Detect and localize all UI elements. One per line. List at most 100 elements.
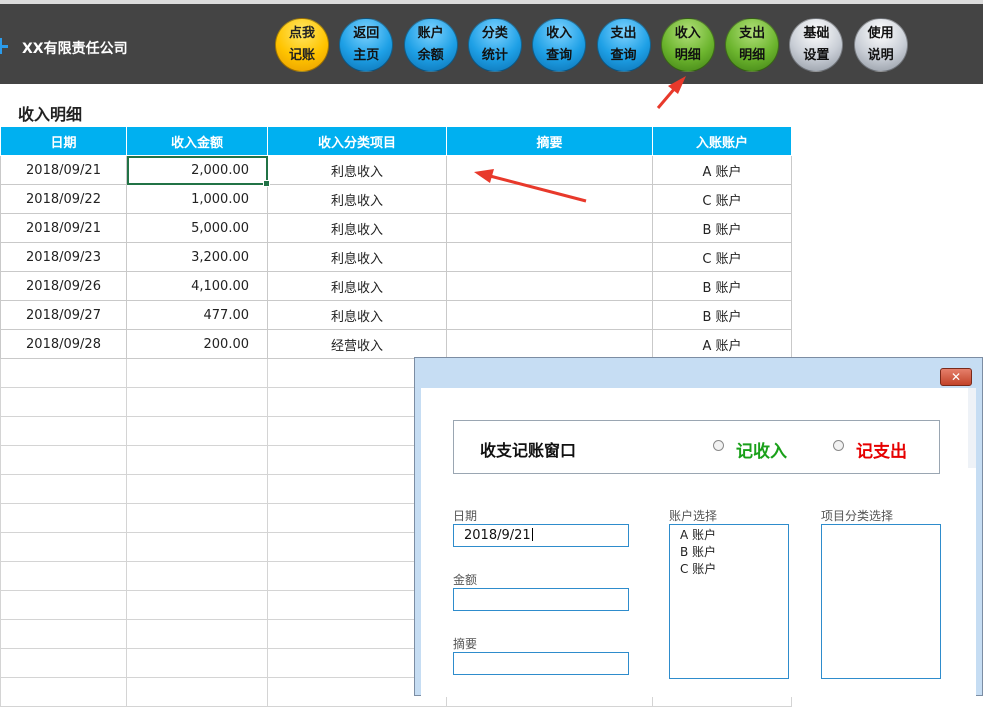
empty-cell[interactable]	[0, 445, 127, 475]
summary-cell[interactable]	[446, 329, 653, 359]
header-summary[interactable]: 摘要	[446, 126, 653, 156]
nav-button-9[interactable]: 使用 说明	[853, 18, 908, 72]
empty-cell[interactable]	[0, 561, 127, 591]
table-row[interactable]: 2018/09/23 3,200.00 利息收入 C 账户	[0, 242, 792, 272]
nav-button-0[interactable]: 点我 记账	[275, 18, 329, 72]
category-cell[interactable]: 利息收入	[267, 242, 447, 272]
account-option[interactable]: C 账户	[680, 561, 778, 578]
empty-cell[interactable]	[0, 590, 127, 620]
empty-cell[interactable]	[0, 474, 127, 504]
amount-cell[interactable]: 3,200.00	[126, 242, 268, 272]
scrollbar[interactable]	[968, 388, 976, 468]
empty-cell[interactable]	[126, 677, 268, 707]
nav-button-label-bottom: 查询	[610, 48, 637, 63]
radio-icon[interactable]	[833, 440, 844, 451]
radio-expense[interactable]: 记支出	[833, 437, 907, 462]
table-row[interactable]: 2018/09/21 2,000.00 利息收入 A 账户	[0, 155, 792, 187]
summary-cell[interactable]	[446, 184, 653, 214]
nav-button-8[interactable]: 基础 设置	[789, 18, 844, 72]
empty-cell[interactable]	[126, 590, 268, 620]
amount-cell[interactable]: 5,000.00	[126, 213, 268, 243]
date-cell[interactable]: 2018/09/23	[0, 242, 127, 272]
account-cell[interactable]: A 账户	[652, 329, 792, 359]
empty-cell[interactable]	[126, 445, 268, 475]
amount-cell[interactable]: 477.00	[126, 300, 268, 330]
category-cell[interactable]: 利息收入	[267, 300, 447, 330]
empty-cell[interactable]	[126, 416, 268, 446]
empty-cell[interactable]	[126, 532, 268, 562]
account-cell[interactable]: C 账户	[652, 242, 792, 272]
account-cell[interactable]: A 账户	[652, 155, 792, 185]
header-amount[interactable]: 收入金额	[126, 126, 268, 156]
account-listbox[interactable]: A 账户 B 账户 C 账户	[669, 524, 789, 679]
header-category[interactable]: 收入分类项目	[267, 126, 447, 156]
close-button[interactable]: ✕	[940, 368, 972, 386]
category-cell[interactable]: 利息收入	[267, 213, 447, 243]
empty-cell[interactable]	[0, 503, 127, 533]
nav-button-label-top: 基础	[803, 26, 830, 41]
date-cell[interactable]: 2018/09/28	[0, 329, 127, 359]
empty-cell[interactable]	[126, 503, 268, 533]
header-account[interactable]: 入账账户	[652, 126, 792, 156]
empty-cell[interactable]	[0, 677, 127, 707]
summary-cell[interactable]	[446, 213, 653, 243]
radio-income[interactable]: 记收入	[713, 437, 787, 462]
nav-button-1[interactable]: 返回 主页	[339, 18, 394, 72]
radio-expense-label[interactable]: 记支出	[856, 437, 907, 462]
amount-field[interactable]	[453, 588, 629, 611]
nav-button-2[interactable]: 账户 余额	[403, 18, 458, 72]
summary-cell[interactable]	[446, 271, 653, 301]
header-date[interactable]: 日期	[0, 126, 127, 156]
nav-button-3[interactable]: 分类 统计	[467, 18, 522, 72]
table-row[interactable]: 2018/09/28 200.00 经营收入 A 账户	[0, 329, 792, 359]
account-cell[interactable]: B 账户	[652, 300, 792, 330]
table-row[interactable]: 2018/09/26 4,100.00 利息收入 B 账户	[0, 271, 792, 301]
category-cell[interactable]: 利息收入	[267, 271, 447, 301]
empty-cell[interactable]	[126, 648, 268, 678]
category-cell[interactable]: 利息收入	[267, 184, 447, 214]
empty-cell[interactable]	[0, 648, 127, 678]
table-row[interactable]: 2018/09/22 1,000.00 利息收入 C 账户	[0, 184, 792, 214]
date-cell[interactable]: 2018/09/21	[0, 155, 127, 185]
category-cell[interactable]: 利息收入	[267, 155, 447, 185]
empty-cell[interactable]	[0, 387, 127, 417]
summary-field[interactable]	[453, 652, 629, 675]
amount-cell[interactable]: 1,000.00	[126, 184, 268, 214]
summary-cell[interactable]	[446, 300, 653, 330]
summary-cell[interactable]	[446, 155, 653, 185]
empty-cell[interactable]	[126, 561, 268, 591]
amount-cell[interactable]: 2,000.00	[126, 155, 270, 187]
summary-cell[interactable]	[446, 242, 653, 272]
date-cell[interactable]: 2018/09/22	[0, 184, 127, 214]
empty-cell[interactable]	[0, 358, 127, 388]
amount-cell[interactable]: 4,100.00	[126, 271, 268, 301]
empty-cell[interactable]	[0, 619, 127, 649]
category-cell[interactable]: 经营收入	[267, 329, 447, 359]
date-field[interactable]: 2018/9/21	[453, 524, 629, 547]
account-option[interactable]: A 账户	[680, 527, 778, 544]
empty-cell[interactable]	[126, 358, 268, 388]
fill-handle[interactable]	[263, 180, 270, 187]
nav-button-5[interactable]: 支出 查询	[596, 18, 651, 72]
date-cell[interactable]: 2018/09/21	[0, 213, 127, 243]
table-row[interactable]: 2018/09/21 5,000.00 利息收入 B 账户	[0, 213, 792, 243]
radio-income-label[interactable]: 记收入	[736, 437, 787, 462]
amount-cell[interactable]: 200.00	[126, 329, 268, 359]
date-cell[interactable]: 2018/09/26	[0, 271, 127, 301]
nav-button-7[interactable]: 支出 明细	[725, 18, 780, 72]
empty-cell[interactable]	[126, 619, 268, 649]
empty-cell[interactable]	[126, 387, 268, 417]
account-cell[interactable]: C 账户	[652, 184, 792, 214]
empty-cell[interactable]	[126, 474, 268, 504]
account-option[interactable]: B 账户	[680, 544, 778, 561]
radio-icon[interactable]	[713, 440, 724, 451]
nav-button-6[interactable]: 收入 明细	[660, 18, 715, 72]
nav-button-4[interactable]: 收入 查询	[532, 18, 587, 72]
empty-cell[interactable]	[0, 532, 127, 562]
table-row[interactable]: 2018/09/27 477.00 利息收入 B 账户	[0, 300, 792, 330]
empty-cell[interactable]	[0, 416, 127, 446]
date-cell[interactable]: 2018/09/27	[0, 300, 127, 330]
category-listbox[interactable]	[821, 524, 941, 679]
account-cell[interactable]: B 账户	[652, 271, 792, 301]
account-cell[interactable]: B 账户	[652, 213, 792, 243]
